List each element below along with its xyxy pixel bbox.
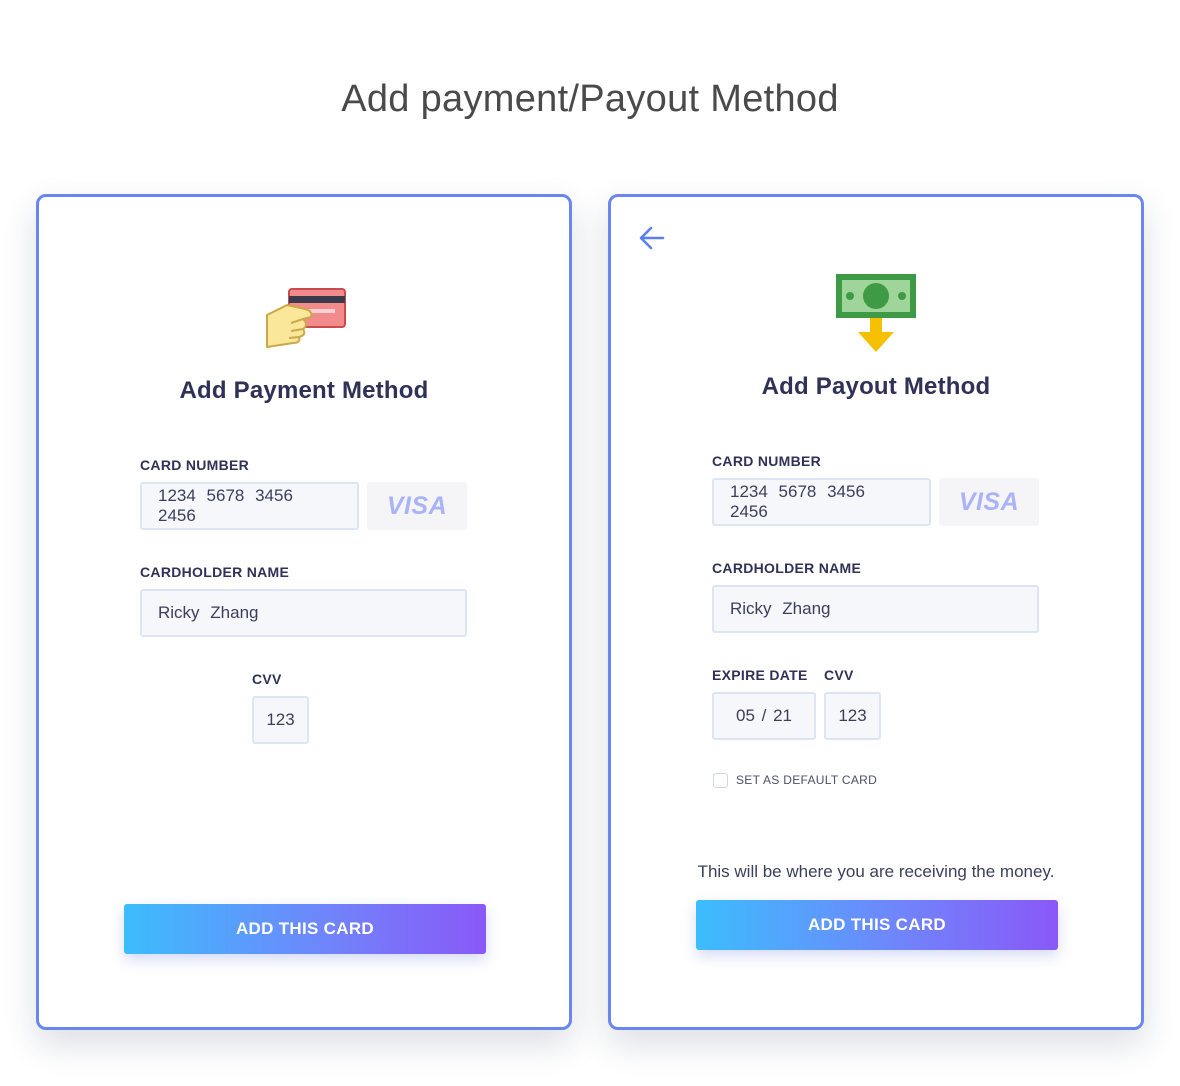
- visa-logo: VISA: [958, 487, 1020, 516]
- arrow-left-icon[interactable]: [637, 223, 667, 253]
- default-card-label: SET AS DEFAULT CARD: [736, 773, 878, 787]
- add-card-button[interactable]: ADD THIS CARD: [124, 904, 486, 954]
- hand-holding-card-icon: [266, 288, 346, 348]
- payout-note: This will be where you are receiving the…: [697, 862, 1055, 881]
- payout-method-card: Add Payout Method CARD NUMBER 1234 5678 …: [608, 194, 1144, 1030]
- visa-card-badge: VISA: [939, 478, 1039, 526]
- money-bill-download-icon: [836, 274, 916, 352]
- cvv-label: CVV: [252, 671, 282, 687]
- payment-card-title: Add Payment Method: [179, 377, 429, 404]
- cvv-input[interactable]: 123: [252, 696, 309, 744]
- visa-card-badge: VISA: [367, 482, 467, 530]
- cardholder-name-label: CARDHOLDER NAME: [712, 560, 862, 576]
- payment-method-card: Add Payment Method CARD NUMBER 1234 5678…: [36, 194, 572, 1030]
- card-number-label: CARD NUMBER: [140, 457, 250, 473]
- expire-date-label: EXPIRE DATE: [712, 667, 808, 683]
- cardholder-name-input[interactable]: Ricky Zhang: [712, 585, 1039, 633]
- cvv-label: CVV: [824, 667, 854, 683]
- add-card-button[interactable]: ADD THIS CARD: [696, 900, 1058, 950]
- card-number-label: CARD NUMBER: [712, 453, 822, 469]
- default-card-checkbox[interactable]: [713, 773, 728, 788]
- visa-logo: VISA: [386, 491, 448, 520]
- cardholder-name-label: CARDHOLDER NAME: [140, 564, 290, 580]
- card-number-input[interactable]: 1234 5678 3456 2456: [140, 482, 359, 530]
- page-title: Add payment/Payout Method: [341, 78, 839, 120]
- payout-card-title: Add Payout Method: [761, 373, 991, 400]
- expire-date-input[interactable]: 05 / 21: [712, 692, 816, 740]
- card-number-input[interactable]: 1234 5678 3456 2456: [712, 478, 931, 526]
- cardholder-name-input[interactable]: Ricky Zhang: [140, 589, 467, 637]
- cvv-input[interactable]: 123: [824, 692, 881, 740]
